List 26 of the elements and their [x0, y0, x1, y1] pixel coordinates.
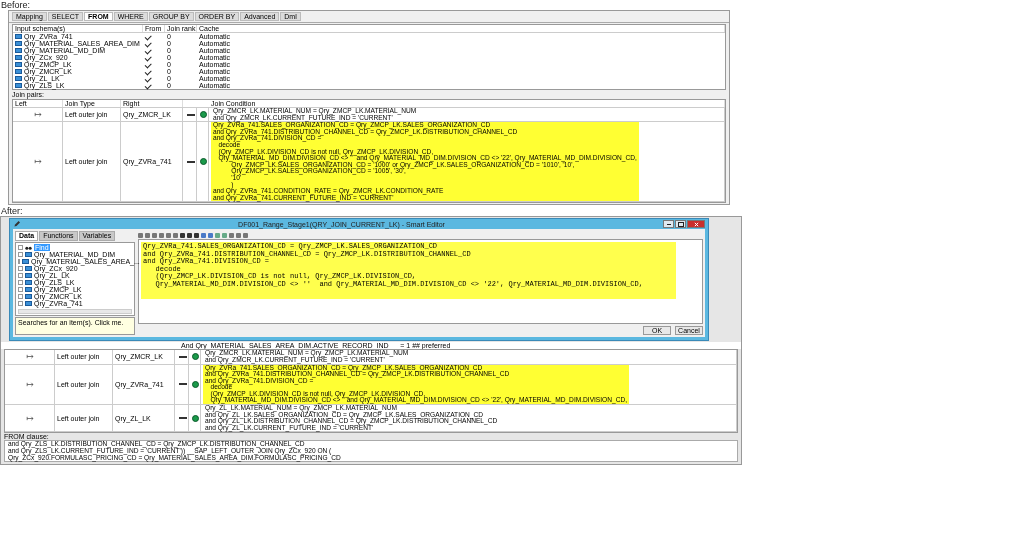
binoculars-icon — [25, 245, 32, 251]
more-button[interactable] — [186, 158, 195, 165]
join-arrow-icon — [26, 354, 35, 360]
status-icon — [192, 414, 199, 422]
toolbar-icons[interactable] — [138, 231, 248, 240]
status-icon — [200, 111, 207, 119]
more-button[interactable] — [178, 415, 187, 422]
section-label: After: — [0, 206, 24, 217]
status-icon — [200, 158, 207, 166]
pencil-icon — [13, 220, 20, 228]
minimize-button[interactable] — [663, 220, 674, 229]
close-button[interactable] — [687, 220, 705, 229]
more-button[interactable] — [178, 381, 187, 388]
join-arrow-icon — [34, 112, 43, 118]
join-arrow-icon — [26, 381, 35, 387]
maximize-button[interactable] — [675, 220, 686, 229]
join-arrow-icon — [26, 415, 35, 421]
more-button[interactable] — [178, 353, 187, 360]
status-icon — [192, 353, 199, 361]
scrollbar[interactable] — [18, 309, 132, 315]
close-icon — [693, 221, 699, 227]
section-label: Before: — [0, 0, 32, 10]
code-editor[interactable] — [138, 239, 703, 325]
more-button[interactable] — [186, 111, 195, 118]
join-arrow-icon — [34, 159, 43, 165]
status-icon — [192, 380, 199, 388]
